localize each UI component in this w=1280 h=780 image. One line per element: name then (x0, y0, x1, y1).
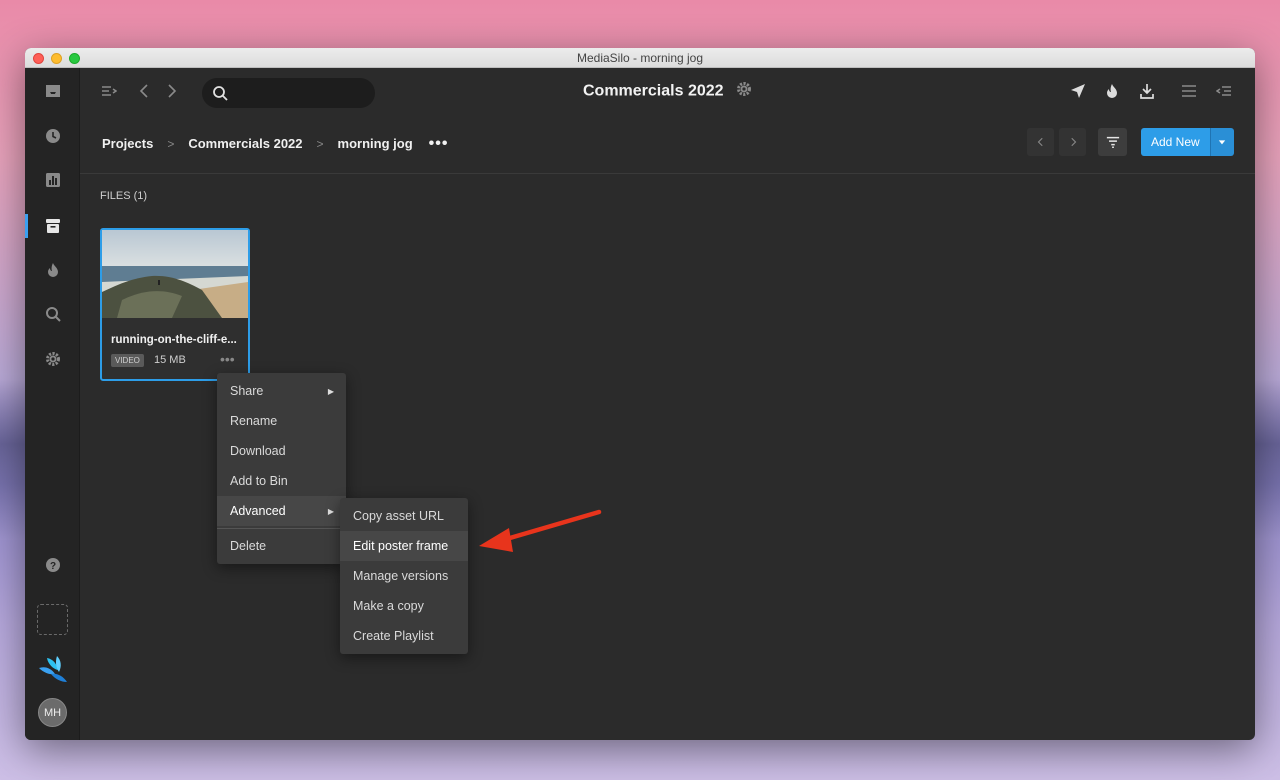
submenu-item-manage-versions[interactable]: Manage versions (340, 561, 468, 591)
collapse-panel-icon[interactable] (1213, 80, 1235, 102)
file-thumbnail[interactable] (102, 230, 248, 318)
caret-right-icon: ▶ (327, 386, 334, 396)
menu-item-advanced[interactable]: Advanced ▶ (217, 496, 346, 526)
drop-target[interactable] (37, 604, 68, 635)
breadcrumb-projects[interactable]: Projects (102, 136, 153, 151)
menu-item-label: Rename (230, 414, 278, 428)
menu-item-label: Create Playlist (353, 629, 434, 643)
top-bar: Commercials 2022 (80, 68, 1255, 114)
breadcrumb: Projects > Commercials 2022 > morning jo… (102, 135, 449, 151)
submenu-item-make-a-copy[interactable]: Make a copy (340, 591, 468, 621)
minimize-button[interactable] (51, 53, 62, 64)
context-menu: Share ▶ Rename Download Add to Bin Advan… (217, 373, 346, 564)
menu-item-label: Download (230, 444, 286, 458)
main-content: Commercials 2022 Projects > Commercials … (80, 68, 1255, 740)
filter-icon (1106, 136, 1119, 148)
file-type-badge: VIDEO (111, 354, 144, 367)
menu-item-rename[interactable]: Rename (217, 406, 346, 436)
menu-item-label: Copy asset URL (353, 509, 445, 523)
svg-text:?: ? (49, 561, 55, 572)
menu-item-label: Manage versions (353, 569, 449, 583)
prev-button[interactable] (1027, 128, 1054, 156)
menu-divider (217, 528, 346, 529)
search-icon[interactable] (25, 299, 80, 329)
sidebar: ? MH (25, 68, 80, 740)
advanced-submenu: Copy asset URL Edit poster frame Manage … (340, 498, 468, 654)
download-icon[interactable] (1136, 80, 1158, 102)
flame-icon[interactable] (25, 255, 80, 285)
menu-item-download[interactable]: Download (217, 436, 346, 466)
breadcrumb-separator: > (316, 136, 324, 151)
menu-item-label: Edit poster frame (353, 539, 449, 553)
archive-icon[interactable] (25, 211, 80, 241)
settings-gear-icon[interactable] (736, 81, 752, 102)
annotation-arrow-icon (479, 509, 602, 552)
menu-item-add-to-bin[interactable]: Add to Bin (217, 466, 346, 496)
menu-item-share[interactable]: Share ▶ (217, 376, 346, 406)
file-card[interactable]: running-on-the-cliff-e... VIDEO 15 MB ••… (100, 228, 250, 381)
menu-item-label: Delete (230, 539, 267, 553)
avatar[interactable]: MH (38, 698, 67, 727)
next-button[interactable] (1059, 128, 1086, 156)
window-title: MediaSilo - morning jog (576, 50, 704, 65)
mediasilo-logo-icon (37, 654, 69, 684)
chevron-right-icon (1070, 137, 1076, 147)
send-icon[interactable] (1067, 80, 1089, 102)
help-icon[interactable]: ? (25, 550, 80, 580)
chart-icon[interactable] (25, 165, 80, 195)
submenu-item-create-playlist[interactable]: Create Playlist (340, 621, 468, 651)
caret-down-icon (1219, 140, 1226, 145)
list-icon[interactable] (1178, 80, 1200, 102)
add-new-dropdown[interactable] (1209, 128, 1234, 156)
file-size: 15 MB (154, 354, 186, 366)
menu-item-label: Share (230, 384, 264, 398)
flame-icon[interactable] (1101, 80, 1123, 102)
menu-item-label: Advanced (230, 504, 286, 518)
add-new-button[interactable]: Add New (1141, 128, 1210, 156)
breadcrumb-more-button[interactable]: ••• (429, 135, 449, 151)
breadcrumb-separator: > (167, 136, 175, 151)
chevron-left-icon (1037, 137, 1043, 147)
caret-right-icon: ▶ (327, 506, 334, 516)
files-section-label: FILES (1) (100, 190, 148, 202)
zoom-button[interactable] (69, 53, 80, 64)
clock-icon[interactable] (25, 121, 80, 151)
inbox-icon[interactable] (25, 76, 80, 106)
file-name: running-on-the-cliff-e... (111, 334, 237, 346)
file-more-button[interactable]: ••• (220, 351, 235, 367)
filter-button[interactable] (1098, 128, 1127, 156)
title-bar: MediaSilo - morning jog (25, 48, 1255, 68)
window-controls (33, 53, 80, 64)
menu-item-delete[interactable]: Delete (217, 531, 346, 561)
menu-item-label: Make a copy (353, 599, 424, 613)
close-button[interactable] (33, 53, 44, 64)
gear-icon[interactable] (25, 344, 80, 374)
page-title-text: Commercials 2022 (583, 82, 724, 100)
submenu-item-copy-asset-url[interactable]: Copy asset URL (340, 501, 468, 531)
menu-item-label: Add to Bin (230, 474, 288, 488)
app-window: MediaSilo - morning jog ? MH Commercials… (25, 48, 1255, 740)
breadcrumb-current: morning jog (337, 136, 413, 151)
breadcrumb-bar: Projects > Commercials 2022 > morning jo… (80, 114, 1255, 174)
submenu-item-edit-poster-frame[interactable]: Edit poster frame (340, 531, 468, 561)
add-new-button-group: Add New (1141, 128, 1234, 156)
breadcrumb-commercials[interactable]: Commercials 2022 (188, 136, 302, 151)
